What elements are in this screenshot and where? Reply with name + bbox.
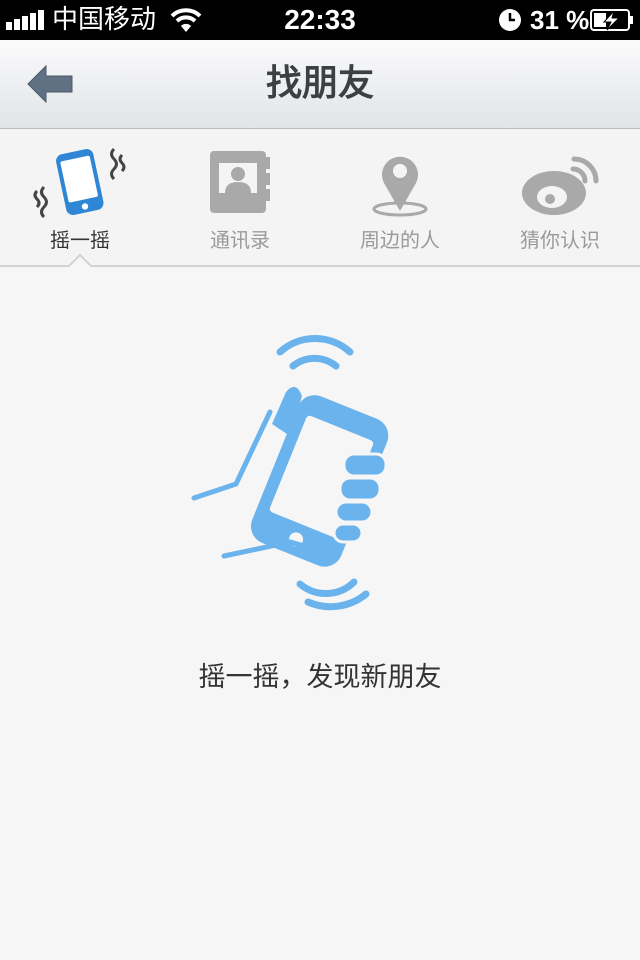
alarm-icon (499, 9, 521, 31)
tab-label-shake: 摇一摇 (50, 228, 110, 252)
tab-label-nearby: 周边的人 (360, 228, 440, 252)
tab-nearby[interactable]: 周边的人 (320, 129, 480, 265)
hand-shaking-phone-illustration (191, 335, 389, 611)
tab-bar: 摇一摇 通讯录 周边的人 猜你认识 (0, 129, 640, 267)
shake-phone-icon (33, 147, 126, 219)
weibo-icon (522, 156, 599, 215)
tab-maybe-know[interactable]: 猜你认识 (480, 129, 640, 265)
tab-label-contacts: 通讯录 (210, 228, 270, 252)
tab-contacts[interactable]: 通讯录 (160, 129, 320, 265)
battery-percent: 31 % (530, 5, 590, 35)
tab-label-maybe-know: 猜你认识 (520, 228, 600, 252)
page-title: 找朋友 (265, 63, 374, 104)
contacts-icon (210, 151, 270, 213)
nav-bar: 找朋友 (0, 40, 640, 129)
active-tab-caret (68, 253, 92, 267)
location-pin-icon (372, 156, 428, 217)
tab-shake[interactable]: 摇一摇 (0, 129, 160, 267)
shake-caption: 摇一摇，发现新朋友 (198, 662, 442, 693)
battery-charging-icon (590, 9, 633, 31)
status-bar: 中国移动 22:33 31 % (0, 0, 640, 40)
